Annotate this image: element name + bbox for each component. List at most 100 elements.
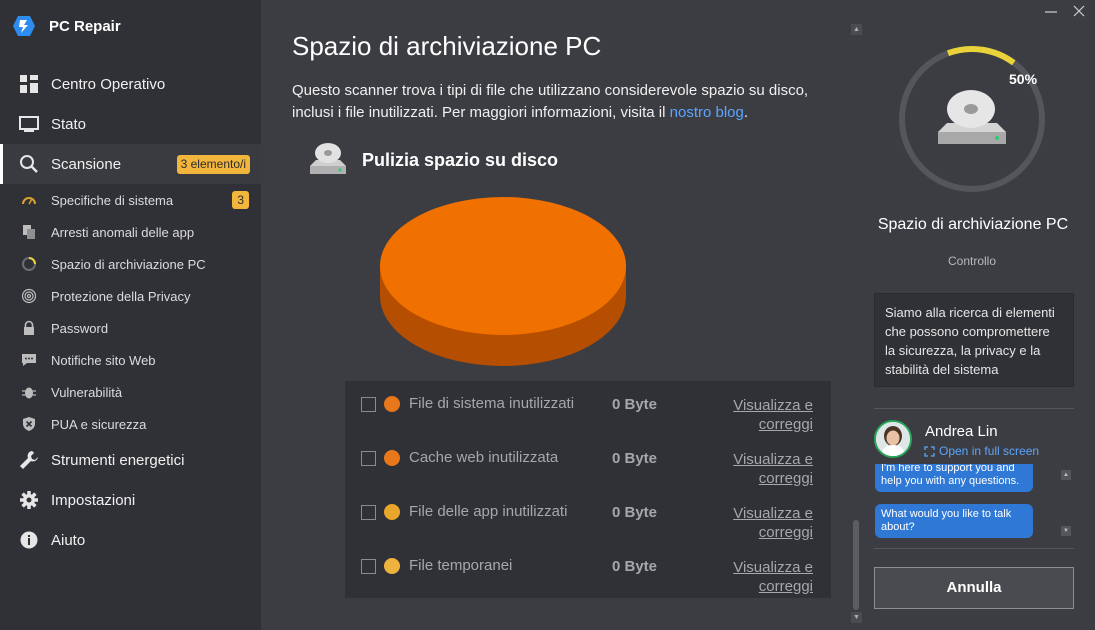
- minimize-icon[interactable]: [1043, 4, 1059, 20]
- cancel-button[interactable]: Annulla: [874, 567, 1074, 609]
- row-checkbox[interactable]: [361, 505, 376, 520]
- scan-info-box: Siamo alla ricerca di elementi che posso…: [874, 293, 1074, 387]
- sidebar-subitem-label: Password: [51, 320, 109, 336]
- app-name: PC Repair: [49, 17, 121, 35]
- sidebar-subitem-pua[interactable]: PUA e sicurezza: [0, 408, 261, 440]
- disk-drive-icon: [938, 90, 1006, 144]
- chat-scroll-up-button[interactable]: ▲: [1061, 470, 1071, 480]
- search-icon: [18, 153, 40, 175]
- sidebar-subitem-label: Vulnerabilità: [51, 384, 123, 400]
- section-title: Pulizia spazio su disco: [362, 149, 559, 170]
- lock-icon: [20, 319, 38, 337]
- sidebar-subitem-spazio[interactable]: Spazio di archiviazione PC: [0, 248, 261, 280]
- category-name: File delle app inutilizzati: [409, 503, 568, 520]
- view-fix-link[interactable]: Visualizza e correggi: [713, 504, 813, 542]
- blog-link[interactable]: nostro blog: [670, 104, 744, 121]
- sidebar-item-centro-operativo[interactable]: Centro Operativo: [0, 64, 261, 104]
- category-size: 0 Byte: [612, 450, 658, 467]
- agent-avatar-icon: [876, 422, 910, 456]
- page-title: Spazio di archiviazione PC: [292, 31, 602, 61]
- view-fix-link[interactable]: Visualizza e correggi: [713, 396, 813, 434]
- category-color-dot: [384, 450, 400, 466]
- app-logo-icon: [13, 16, 35, 36]
- agent-name: Andrea Lin: [925, 423, 998, 440]
- sidebar-subitem-label: Specifiche di sistema: [51, 192, 174, 208]
- scan-progress-gauge: [899, 46, 1045, 192]
- scroll-up-button[interactable]: ▲: [851, 24, 862, 35]
- divider: [874, 408, 1074, 409]
- sidebar-item-impostazioni[interactable]: Impostazioni: [0, 480, 261, 520]
- sidebar-item-label: Strumenti energetici: [51, 451, 185, 469]
- sidebar-item-aiuto[interactable]: Aiuto: [0, 520, 261, 560]
- sidebar-item-stato[interactable]: Stato: [0, 104, 261, 144]
- page-description: Questo scanner trova i tipi di file che …: [292, 80, 832, 124]
- category-size: 0 Byte: [612, 504, 658, 521]
- copy-icon: [20, 223, 38, 241]
- scan-status: Controllo: [947, 254, 997, 268]
- list-item: Cache web inutilizzata 0 Byte Visualizza…: [345, 441, 831, 495]
- category-color-dot: [384, 396, 400, 412]
- list-item: File di sistema inutilizzati 0 Byte Visu…: [345, 387, 831, 441]
- divider: [874, 548, 1074, 549]
- sidebar-subitem-label: Spazio di archiviazione PC: [51, 256, 206, 272]
- chat-icon: [20, 351, 38, 369]
- category-name: Cache web inutilizzata: [409, 449, 559, 466]
- sidebar-item-label: Scansione: [51, 155, 122, 173]
- open-fullscreen-link[interactable]: Open in full screen: [924, 444, 1039, 458]
- sidebar-subitem-specifiche[interactable]: Specifiche di sistema 3: [0, 184, 261, 216]
- row-checkbox[interactable]: [361, 451, 376, 466]
- fullscreen-label: Open in full screen: [939, 444, 1040, 458]
- close-icon[interactable]: [1071, 3, 1087, 19]
- section-header: Pulizia spazio su disco: [306, 138, 558, 182]
- avatar: [874, 420, 912, 458]
- info-icon: [18, 529, 40, 551]
- chat-bubble: I'm here to support you and help you wit…: [875, 464, 1033, 492]
- view-fix-link[interactable]: Visualizza e correggi: [713, 558, 813, 596]
- bug-icon: [20, 383, 38, 401]
- row-checkbox[interactable]: [361, 559, 376, 574]
- file-category-list: File di sistema inutilizzati 0 Byte Visu…: [345, 381, 831, 598]
- sidebar-subitem-label: Notifiche sito Web: [51, 352, 156, 368]
- sidebar-subitem-privacy[interactable]: Protezione della Privacy: [0, 280, 261, 312]
- shield-x-icon: [20, 415, 38, 433]
- gear-icon: [18, 489, 40, 511]
- pie-chart-top: [380, 197, 626, 335]
- chat-scroll-down-button[interactable]: ▼: [1061, 526, 1071, 536]
- sidebar-item-label: Stato: [51, 115, 87, 133]
- category-size: 0 Byte: [612, 396, 658, 413]
- disk-drive-icon: [310, 143, 346, 174]
- view-fix-link[interactable]: Visualizza e correggi: [713, 450, 813, 488]
- chat-scrollbar[interactable]: ▲ ▼: [1060, 468, 1072, 540]
- wrench-icon: [18, 449, 40, 471]
- speedometer-icon: [20, 191, 38, 209]
- sidebar-item-strumenti[interactable]: Strumenti energetici: [0, 440, 261, 480]
- main-scrollbar[interactable]: ▲ ▼: [849, 20, 863, 628]
- sidebar-subitem-label: Protezione della Privacy: [51, 288, 191, 304]
- row-checkbox[interactable]: [361, 397, 376, 412]
- app-brand: PC Repair: [12, 12, 121, 40]
- progress-panel: 50% Spazio di archiviazione PC Controllo…: [863, 0, 1095, 630]
- sidebar-item-label: Centro Operativo: [51, 75, 166, 93]
- category-color-dot: [384, 504, 400, 520]
- progress-percent: 50%: [1009, 71, 1038, 87]
- gauge-arc: [946, 46, 1016, 66]
- scan-title: Spazio di archiviazione PC: [877, 216, 1069, 233]
- list-item: File delle app inutilizzati 0 Byte Visua…: [345, 495, 831, 549]
- sidebar-subitem-notifiche[interactable]: Notifiche sito Web: [0, 344, 261, 376]
- category-color-dot: [384, 558, 400, 574]
- scrollbar-thumb[interactable]: [853, 520, 859, 610]
- monitor-icon: [18, 113, 40, 135]
- sidebar-subitem-label: Arresti anomali delle app: [51, 224, 195, 240]
- scroll-down-button[interactable]: ▼: [851, 612, 862, 623]
- description-end: .: [743, 104, 749, 121]
- sidebar-subitem-vulnerabilita[interactable]: Vulnerabilità: [0, 376, 261, 408]
- sidebar-subitem-label: PUA e sicurezza: [51, 416, 147, 432]
- disk-usage-pie-chart: [380, 197, 626, 366]
- chat-bubble: What would you like to talk about?: [875, 504, 1033, 538]
- sidebar-subitem-password[interactable]: Password: [0, 312, 261, 344]
- main-content: Spazio di archiviazione PC Questo scanne…: [261, 0, 849, 630]
- list-item: File temporanei 0 Byte Visualizza e corr…: [345, 549, 831, 598]
- status-badge: 3 elemento/i: [176, 155, 250, 174]
- sidebar-item-scansione[interactable]: Scansione 3 elemento/i: [0, 144, 261, 184]
- sidebar-subitem-arresti[interactable]: Arresti anomali delle app: [0, 216, 261, 248]
